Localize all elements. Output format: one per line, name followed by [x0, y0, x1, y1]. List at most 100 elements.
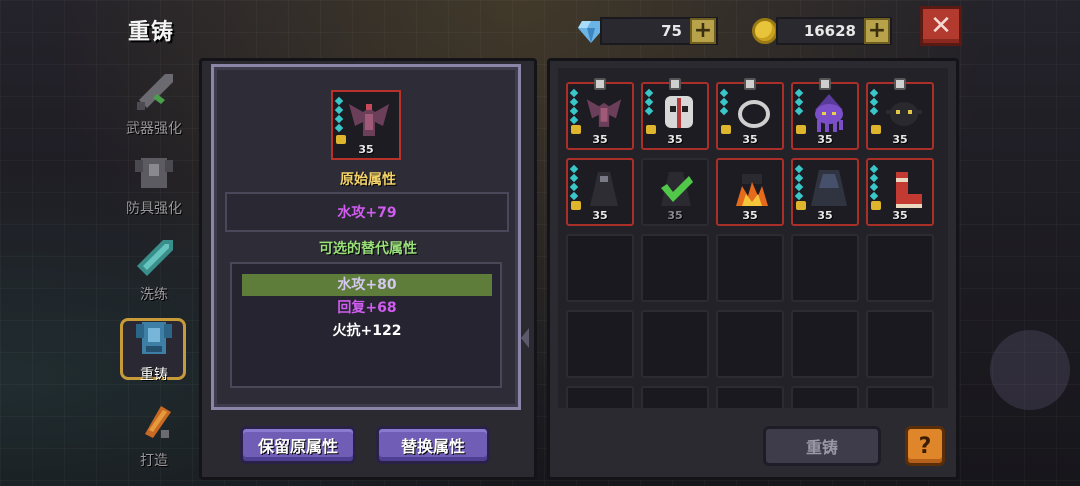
nav-item-weapon[interactable]: 武器强化 — [112, 70, 196, 138]
red-boots-icon — [896, 172, 922, 208]
nav-item-recast[interactable]: 重铸 — [112, 316, 196, 384]
tag-icon — [669, 78, 681, 90]
nav-label-recast: 重铸 — [140, 367, 168, 383]
ring-icon — [738, 100, 770, 128]
dark-robe-icon — [811, 170, 847, 206]
selected-item-slot: 35 — [331, 90, 401, 160]
armor-blue-icon — [136, 322, 172, 354]
empty-slot[interactable] — [866, 386, 934, 408]
add-gems-button[interactable]: + — [690, 18, 716, 44]
gem-counter: 75 + — [600, 17, 718, 45]
empty-slot[interactable] — [716, 310, 784, 378]
nav-item-wash[interactable]: 洗练 — [112, 236, 196, 304]
nav-item-armor[interactable]: 防具强化 — [112, 150, 196, 218]
nav-label-weapon: 武器强化 — [126, 121, 182, 137]
page-title: 重铸 — [128, 20, 175, 45]
nav-label-wash: 洗练 — [140, 287, 168, 303]
socket-dots — [644, 88, 654, 116]
empty-slot[interactable] — [566, 386, 634, 408]
alt-attr-row[interactable]: 水攻+80 — [242, 274, 492, 296]
close-button[interactable]: ✕ — [920, 6, 962, 46]
alt-attr-list: 水攻+80 回复+68 火抗+122 — [230, 262, 502, 388]
socket-dots — [569, 88, 579, 125]
slot-level: 35 — [592, 209, 608, 222]
inventory-slot[interactable]: 35 — [866, 158, 934, 226]
empty-slot[interactable] — [716, 234, 784, 302]
empty-slot[interactable] — [641, 386, 709, 408]
empty-slot[interactable] — [566, 310, 634, 378]
empty-slot[interactable] — [866, 310, 934, 378]
slot-level: 35 — [742, 133, 758, 146]
alt-attr-heading: 可选的替代属性 — [319, 241, 417, 257]
empty-slot[interactable] — [641, 234, 709, 302]
nav-item-forge[interactable]: 打造 — [112, 402, 196, 470]
empty-slot[interactable] — [791, 234, 859, 302]
inventory-slot[interactable]: 35 — [641, 158, 709, 226]
slot-level: 35 — [592, 133, 608, 146]
keep-original-button[interactable]: 保留原属性 — [240, 426, 356, 464]
coin-counter: 16628 + — [776, 17, 892, 45]
inventory-slot[interactable]: 35 — [566, 78, 634, 150]
bat-armor-icon — [586, 99, 622, 127]
skull-mask-icon — [665, 96, 693, 128]
recast-button[interactable]: 重铸 — [763, 426, 881, 466]
alt-attr-row[interactable]: 火抗+122 — [242, 320, 492, 342]
tag-icon — [894, 78, 906, 90]
slot-level: 35 — [892, 209, 908, 222]
empty-slot[interactable] — [791, 310, 859, 378]
original-attr-heading: 原始属性 — [340, 172, 396, 188]
inventory-slot[interactable]: 35 — [566, 158, 634, 226]
inventory-slot[interactable]: 35 — [791, 78, 859, 150]
slot-level: 35 — [817, 209, 833, 222]
socket-dots — [869, 88, 879, 116]
octopus-icon — [815, 94, 843, 132]
empty-slot[interactable] — [866, 234, 934, 302]
empty-slot[interactable] — [791, 386, 859, 408]
slot-level: 35 — [667, 209, 683, 222]
hammer-icon — [145, 406, 171, 438]
empty-slot[interactable] — [566, 234, 634, 302]
socket-dots — [569, 164, 579, 201]
tag-icon — [744, 78, 756, 90]
gem-amount: 75 — [661, 22, 682, 40]
original-attr-value: 水攻+79 — [337, 205, 397, 221]
socket-dots — [334, 96, 344, 133]
empty-slot[interactable] — [641, 310, 709, 378]
selected-item-level: 35 — [358, 143, 374, 156]
nav-label-armor: 防具强化 — [126, 201, 182, 217]
socket-dots — [869, 164, 879, 201]
socket-dots — [794, 88, 804, 116]
bat-armor-icon — [349, 104, 389, 136]
check-icon — [661, 176, 693, 202]
slot-level: 35 — [667, 133, 683, 146]
tag-icon — [819, 78, 831, 90]
spider-helm-icon — [886, 102, 922, 126]
slot-level: 35 — [742, 209, 758, 222]
coin-amount: 16628 — [803, 22, 856, 40]
slot-level: 35 — [892, 133, 908, 146]
inventory-slot[interactable]: 35 — [866, 78, 934, 150]
inventory-slot[interactable]: 35 — [716, 78, 784, 150]
socket-dots — [794, 164, 804, 201]
collapse-arrow-icon[interactable] — [521, 328, 529, 348]
joystick-shadow — [990, 330, 1070, 410]
fire-boots-icon — [736, 174, 768, 206]
inventory-slot[interactable]: 35 — [716, 158, 784, 226]
socket-dots — [719, 88, 729, 116]
add-coins-button[interactable]: + — [864, 18, 890, 44]
tag-icon — [594, 78, 606, 90]
sword-icon — [137, 74, 173, 110]
nav-label-forge: 打造 — [140, 453, 168, 469]
inventory-grid: 35 35 35 35 35 35 35 35 35 35 — [558, 68, 948, 408]
coin-icon — [752, 18, 778, 44]
dark-cloak-icon — [590, 172, 618, 206]
inventory-slot[interactable]: 35 — [791, 158, 859, 226]
crystal-sword-icon — [137, 240, 173, 276]
original-attr-box: 水攻+79 — [225, 192, 509, 232]
slot-level: 35 — [817, 133, 833, 146]
inventory-slot[interactable]: 35 — [641, 78, 709, 150]
alt-attr-row[interactable]: 回复+68 — [242, 297, 492, 319]
replace-attr-button[interactable]: 替换属性 — [376, 426, 490, 464]
empty-slot[interactable] — [716, 386, 784, 408]
help-button[interactable]: ? — [905, 426, 945, 466]
